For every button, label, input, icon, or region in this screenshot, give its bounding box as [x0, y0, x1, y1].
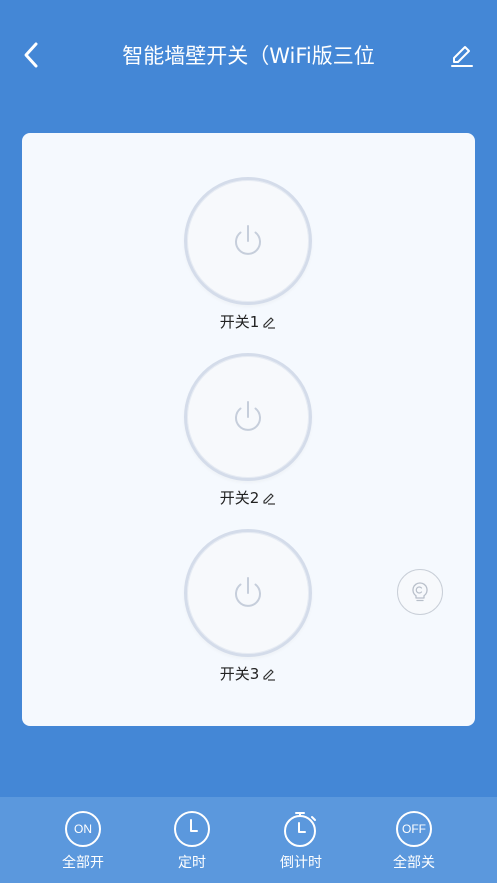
pencil-icon — [262, 491, 276, 505]
all-on-button[interactable]: ON 全部开 — [38, 809, 128, 877]
chevron-left-icon — [24, 42, 38, 68]
switch-3-button[interactable] — [184, 529, 312, 657]
power-icon — [235, 577, 261, 607]
power-icon — [235, 225, 261, 255]
header: 智能墙壁开关（WiFi版三位 — [0, 0, 497, 112]
switch-2: 开关2 — [182, 353, 314, 509]
switch-2-rename[interactable]: 开关2 — [182, 487, 314, 509]
timer-label: 定时 — [178, 855, 206, 871]
on-icon: ON — [65, 811, 101, 847]
off-icon: OFF — [396, 811, 432, 847]
power-icon — [235, 401, 261, 431]
switch-3: 开关3 — [182, 529, 314, 685]
lightbulb-icon — [412, 582, 428, 602]
switch-1: 开关1 — [182, 177, 314, 333]
all-off-button[interactable]: OFF 全部关 — [369, 809, 459, 877]
light-button[interactable] — [397, 569, 443, 615]
edit-button[interactable] — [446, 40, 478, 72]
switch-3-label: 开关3 — [219, 665, 260, 683]
clock-icon — [174, 811, 210, 847]
bottom-bar: ON 全部开 定时 倒计时 OFF 全部关 — [0, 797, 497, 883]
countdown-label: 倒计时 — [280, 855, 322, 871]
all-on-label: 全部开 — [62, 855, 104, 871]
switch-3-rename[interactable]: 开关3 — [182, 663, 314, 685]
timer-button[interactable]: 定时 — [147, 809, 237, 877]
pencil-icon — [262, 667, 276, 681]
pencil-icon — [262, 315, 276, 329]
pencil-icon — [451, 46, 473, 67]
all-off-label: 全部关 — [393, 855, 435, 871]
countdown-button[interactable]: 倒计时 — [256, 809, 346, 877]
switch-panel: 开关1 开关2 开关3 — [22, 133, 475, 726]
stopwatch-icon — [284, 812, 316, 847]
switch-1-label: 开关1 — [219, 313, 260, 331]
back-button[interactable] — [14, 38, 48, 72]
switch-2-button[interactable] — [184, 353, 312, 481]
switch-2-label: 开关2 — [219, 489, 260, 507]
switch-1-button[interactable] — [184, 177, 312, 305]
switch-1-rename[interactable]: 开关1 — [182, 311, 314, 333]
page-title: 智能墙壁开关（WiFi版三位 — [122, 44, 375, 68]
